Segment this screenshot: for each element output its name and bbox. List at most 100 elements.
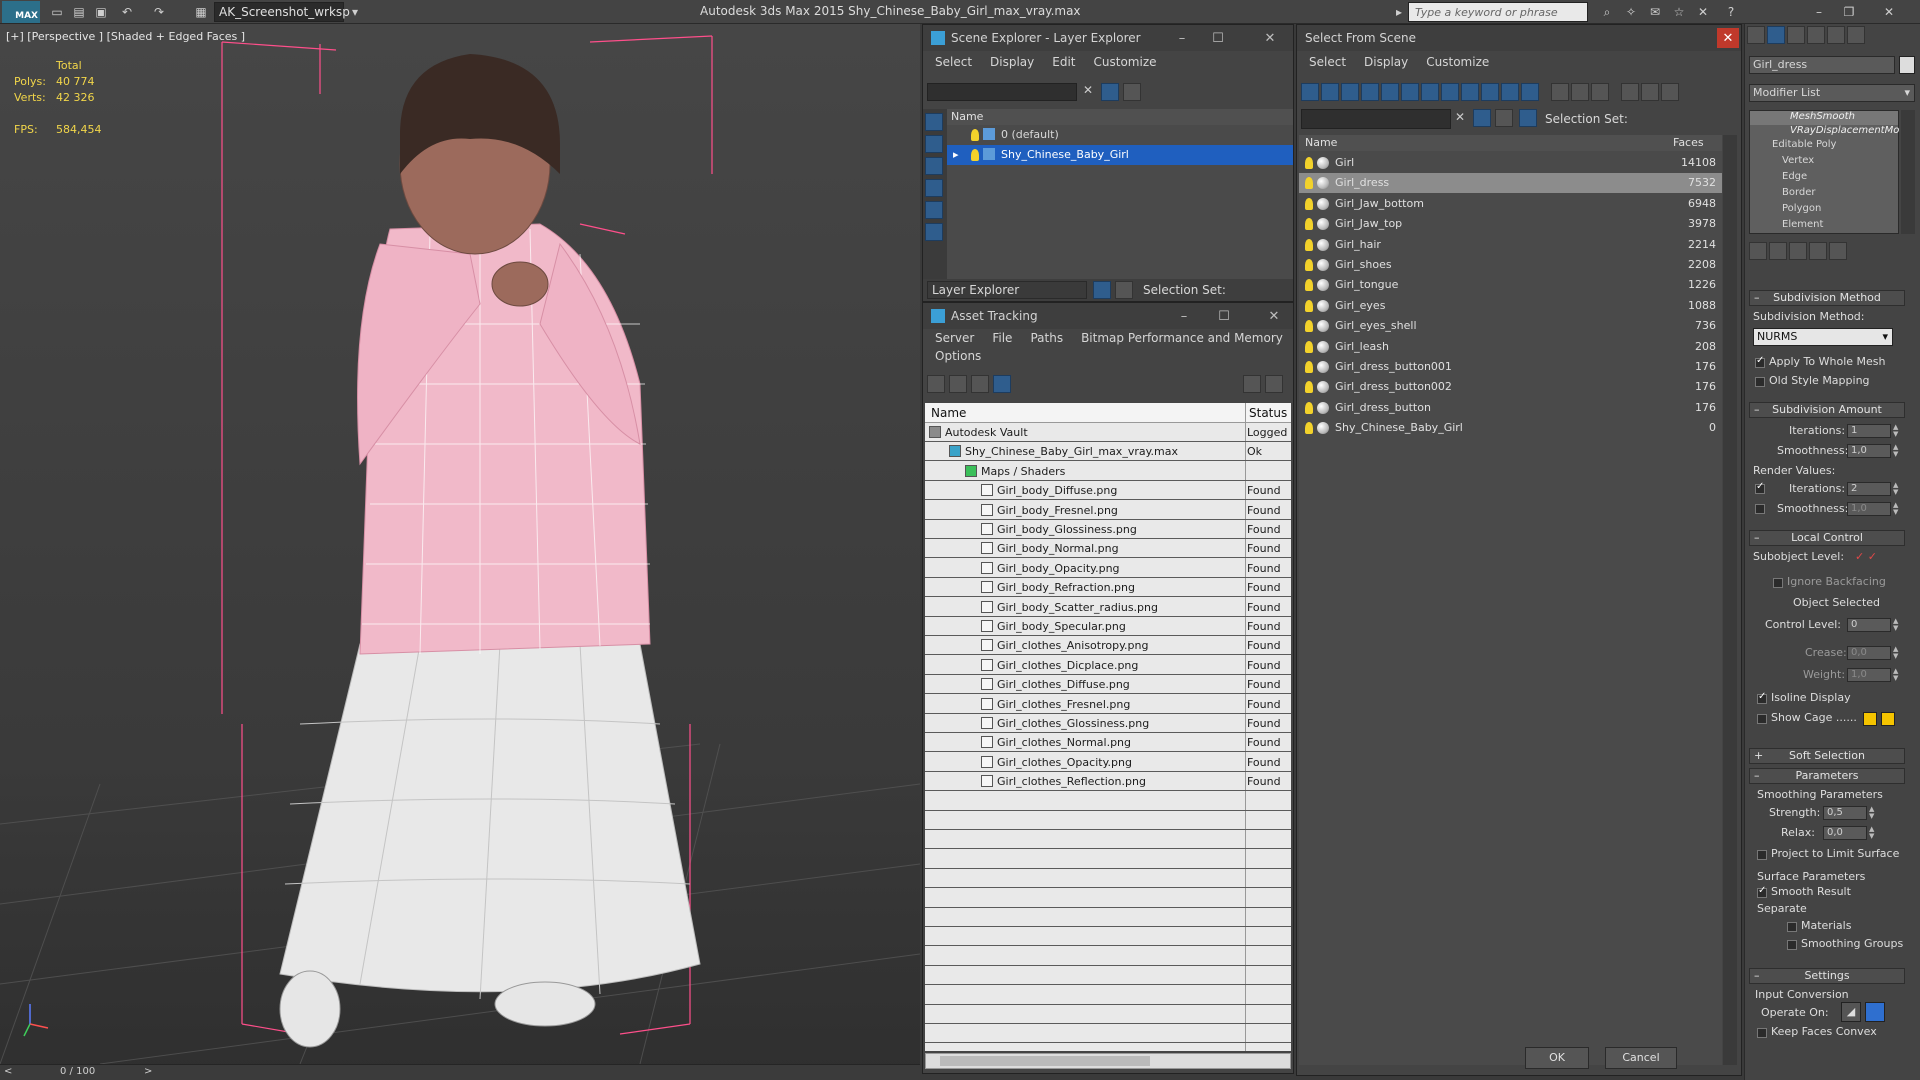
rollout-subdivision-amount[interactable]: – Subdivision Amount bbox=[1749, 402, 1905, 418]
clear-search-icon[interactable]: ✕ bbox=[1455, 110, 1465, 124]
asset-row[interactable]: Girl_body_Opacity.png Found bbox=[925, 559, 1291, 578]
tools-icon[interactable]: ✧ bbox=[1622, 3, 1640, 21]
layer-row-default[interactable]: 0 (default) bbox=[947, 125, 1293, 145]
binoculars-icon[interactable]: ⌕ bbox=[1598, 3, 1616, 21]
object-row[interactable]: Girl_eyes_shell 736 bbox=[1299, 316, 1722, 336]
materials-checkbox[interactable] bbox=[1787, 922, 1797, 932]
remove-modifier-icon[interactable] bbox=[1809, 242, 1827, 260]
light-bulb-icon[interactable] bbox=[1305, 197, 1313, 210]
light-bulb-icon[interactable] bbox=[1305, 361, 1313, 373]
viewport-label[interactable]: [+] [Perspective ] [Shaded + Edged Faces… bbox=[6, 30, 245, 43]
isoline-display-checkbox[interactable] bbox=[1757, 691, 1767, 704]
menu-file[interactable]: File bbox=[992, 331, 1012, 345]
minimize-icon[interactable]: – bbox=[1173, 306, 1195, 326]
menu-display[interactable]: Display bbox=[1364, 55, 1408, 69]
save-icon[interactable]: ▣ bbox=[92, 3, 110, 21]
layer-icon[interactable] bbox=[1495, 109, 1515, 130]
light-bulb-icon[interactable] bbox=[1305, 299, 1313, 312]
menu-select[interactable]: Select bbox=[935, 55, 972, 69]
asset-row[interactable]: Maps / Shaders bbox=[925, 462, 1291, 481]
display-all-icon[interactable] bbox=[1550, 83, 1569, 101]
hierarchy-mode-icon[interactable] bbox=[1519, 109, 1539, 130]
rollout-parameters[interactable]: – Parameters bbox=[1749, 768, 1905, 784]
display-lights-icon[interactable] bbox=[925, 157, 945, 178]
search-arrow-icon[interactable]: ▸ bbox=[1390, 3, 1408, 21]
search-input[interactable]: Type a keyword or phrase bbox=[1408, 2, 1588, 22]
display-groups-icon[interactable] bbox=[1421, 83, 1439, 101]
object-row[interactable]: Girl_dress_button 176 bbox=[1299, 398, 1722, 418]
old-style-mapping-checkbox[interactable] bbox=[1755, 377, 1765, 387]
object-row[interactable]: Girl_eyes 1088 bbox=[1299, 296, 1722, 316]
display-hidden-icon[interactable] bbox=[1521, 83, 1539, 101]
rollout-settings[interactable]: – Settings bbox=[1749, 968, 1905, 984]
scene-search-input[interactable] bbox=[927, 83, 1077, 101]
display-invert-icon[interactable] bbox=[1590, 83, 1609, 101]
motion-tab-icon[interactable] bbox=[1807, 26, 1825, 44]
smooth-result-checkbox[interactable] bbox=[1757, 885, 1767, 898]
star-icon[interactable]: ☆ bbox=[1670, 3, 1688, 21]
object-name-field[interactable]: Girl_dress bbox=[1749, 56, 1895, 74]
menu-customize[interactable]: Customize bbox=[1094, 55, 1157, 69]
stack-vraydisplacement[interactable]: VRayDisplacementMo bbox=[1750, 125, 1899, 139]
menu-paths[interactable]: Paths bbox=[1030, 331, 1063, 345]
hierarchy-icon[interactable] bbox=[1640, 83, 1659, 101]
display-cameras-icon[interactable] bbox=[925, 179, 945, 200]
stack-edge[interactable]: Edge bbox=[1750, 171, 1807, 182]
project-icon[interactable]: ▦ bbox=[192, 3, 210, 21]
filter-icon[interactable] bbox=[1101, 83, 1121, 104]
table-view-icon[interactable] bbox=[993, 375, 1013, 396]
stack-border[interactable]: Border bbox=[1750, 187, 1816, 198]
hierarchy-tab-icon[interactable] bbox=[1787, 26, 1805, 44]
sfs-search-input[interactable] bbox=[1301, 109, 1451, 129]
subdivision-method-select[interactable]: NURMS ▾ bbox=[1753, 328, 1893, 346]
filter-icon[interactable] bbox=[1473, 109, 1493, 130]
menu-customize[interactable]: Customize bbox=[1426, 55, 1489, 69]
rollout-soft-selection[interactable]: + Soft Selection bbox=[1749, 748, 1905, 764]
show-end-result-icon[interactable] bbox=[1769, 242, 1787, 260]
columns-icon[interactable] bbox=[1660, 83, 1679, 101]
spinner-arrows-icon[interactable]: ▲ ▼ bbox=[1893, 424, 1899, 438]
display-xrefs-icon[interactable] bbox=[1441, 83, 1459, 101]
object-row[interactable]: Girl_dress 7532 bbox=[1299, 173, 1722, 194]
spinner-arrows-icon[interactable]: ▲ ▼ bbox=[1869, 806, 1875, 820]
ignore-backfacing-checkbox[interactable] bbox=[1773, 578, 1783, 588]
app-logo[interactable]: MAX bbox=[2, 1, 40, 23]
object-list-scrollbar[interactable] bbox=[1723, 135, 1737, 1065]
stack-element[interactable]: Element bbox=[1750, 219, 1823, 230]
spinner-arrows-icon[interactable]: ▲ ▼ bbox=[1893, 668, 1899, 682]
spinner-arrows-icon[interactable]: ▲ ▼ bbox=[1893, 618, 1899, 632]
menu-select[interactable]: Select bbox=[1309, 55, 1346, 69]
close-icon[interactable]: ✕ bbox=[1259, 28, 1281, 48]
light-bulb-icon[interactable] bbox=[1305, 279, 1313, 292]
stack-editable-poly[interactable]: Editable Poly bbox=[1750, 139, 1836, 150]
maximize-icon[interactable]: ☐ bbox=[1207, 28, 1229, 48]
light-bulb-icon[interactable] bbox=[1305, 340, 1313, 353]
asset-row[interactable]: Girl_clothes_Opacity.png Found bbox=[925, 753, 1291, 772]
utilities-tab-icon[interactable] bbox=[1847, 26, 1865, 44]
timeline-right-arrow-icon[interactable]: > bbox=[144, 1066, 152, 1077]
display-frozen-icon[interactable] bbox=[1501, 83, 1519, 101]
sort-icon[interactable] bbox=[1620, 83, 1639, 101]
close-x-icon[interactable]: ✕ bbox=[1694, 3, 1712, 21]
asset-row[interactable]: Girl_body_Refraction.png Found bbox=[925, 578, 1291, 598]
render-smoothness-checkbox[interactable] bbox=[1755, 504, 1765, 514]
asset-row[interactable]: Girl_clothes_Normal.png Found bbox=[925, 733, 1291, 753]
object-row[interactable]: Shy_Chinese_Baby_Girl 0 bbox=[1299, 418, 1722, 438]
help-icon[interactable] bbox=[1243, 375, 1263, 396]
spinner-arrows-icon[interactable]: ▲ ▼ bbox=[1893, 482, 1899, 496]
rollout-local-control[interactable]: – Local Control bbox=[1749, 530, 1905, 546]
light-bulb-icon[interactable] bbox=[1305, 422, 1313, 435]
display-none-icon[interactable] bbox=[1570, 83, 1589, 101]
maximize-icon[interactable]: ☐ bbox=[1213, 306, 1235, 326]
display-containers-icon[interactable] bbox=[1481, 83, 1499, 101]
asset-row[interactable]: Girl_body_Specular.png Found bbox=[925, 617, 1291, 636]
new-icon[interactable]: ▭ bbox=[48, 3, 66, 21]
render-iterations-spinner[interactable]: 2 bbox=[1847, 482, 1891, 496]
time-slider[interactable]: < 0 / 100 > bbox=[0, 1064, 920, 1080]
display-objects-icon[interactable] bbox=[925, 113, 945, 134]
object-row[interactable]: Girl_tongue 1226 bbox=[1299, 275, 1722, 295]
redo-icon[interactable]: ↷ bbox=[150, 3, 168, 21]
crease-spinner[interactable]: 0,0 bbox=[1847, 646, 1891, 660]
object-row[interactable]: Girl_dress_button001 176 bbox=[1299, 357, 1722, 377]
col-name[interactable]: Name bbox=[1305, 136, 1337, 149]
